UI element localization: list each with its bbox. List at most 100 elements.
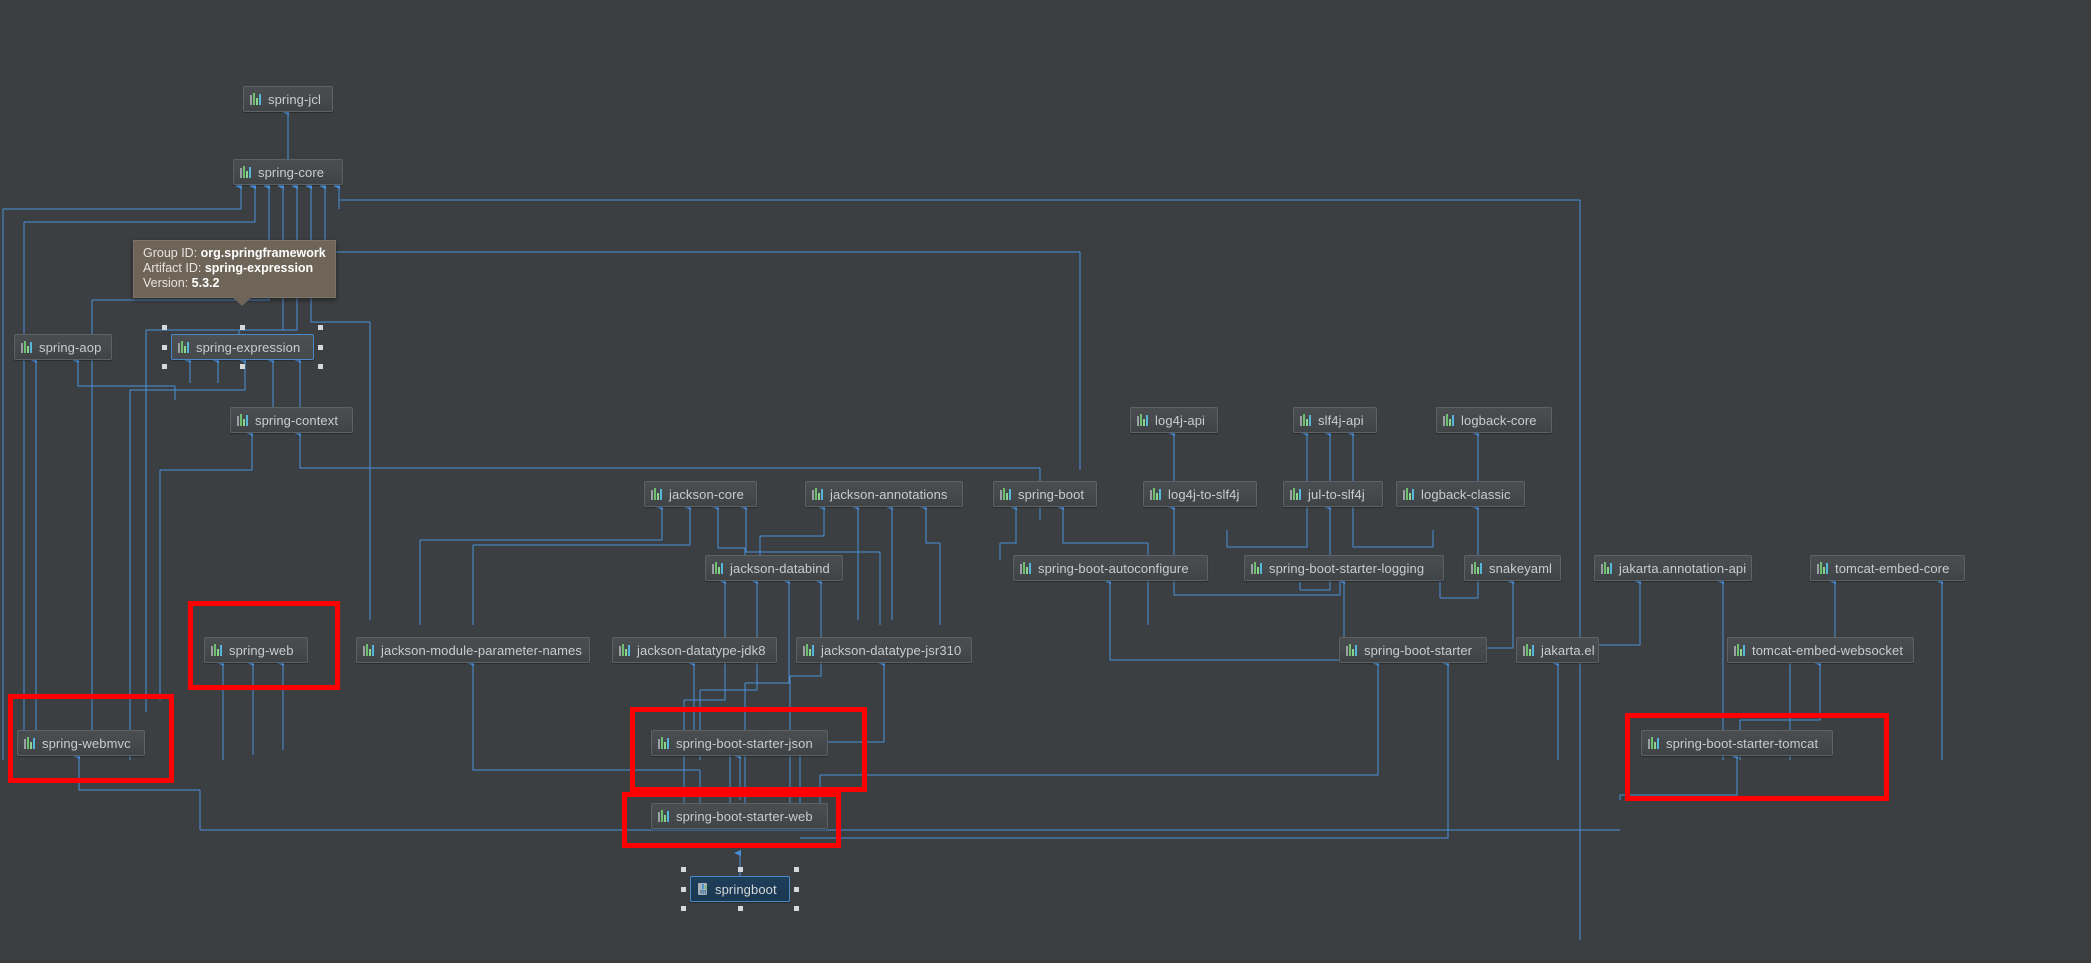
maven-module-icon xyxy=(1251,562,1264,574)
node-label: spring-boot-starter-json xyxy=(676,735,813,751)
node-tomcat-embed-websocket[interactable]: tomcat-embed-websocket xyxy=(1727,637,1914,663)
node-jackson-datatype-jsr310[interactable]: jackson-datatype-jsr310 xyxy=(796,637,972,663)
node-label: snakeyaml xyxy=(1489,560,1553,576)
highlight-spring-boot-starter-tomcat xyxy=(1625,713,1889,801)
tooltip-artifact-label: Artifact ID: xyxy=(143,261,202,275)
maven-module-icon xyxy=(1471,562,1484,574)
dependency-diagram-canvas[interactable]: spring-jcl spring-core spring-aop spring-ex… xyxy=(0,0,2091,963)
tooltip-group-label: Group ID: xyxy=(143,246,198,260)
node-jackson-module-parameter-names[interactable]: jackson-module-parameter-names xyxy=(356,637,590,663)
tooltip-version-row: Version: 5.3.2 xyxy=(143,276,326,291)
node-spring-jcl[interactable]: spring-jcl xyxy=(243,86,333,112)
node-label: spring-core xyxy=(258,164,325,180)
node-label: slf4j-api xyxy=(1318,412,1364,428)
maven-module-icon xyxy=(1648,737,1661,749)
maven-module-icon xyxy=(1137,414,1150,426)
node-log4j-api[interactable]: log4j-api xyxy=(1130,407,1218,433)
node-jakarta.el[interactable]: jakarta.el xyxy=(1516,637,1599,663)
maven-module-icon xyxy=(211,644,224,656)
node-spring-boot-starter-json[interactable]: spring-boot-starter-json xyxy=(651,730,828,756)
node-jackson-annotations[interactable]: jackson-annotations xyxy=(805,481,963,507)
node-logback-core[interactable]: logback-core xyxy=(1436,407,1552,433)
node-jackson-databind[interactable]: jackson-databind xyxy=(705,555,843,581)
maven-module-icon xyxy=(363,644,376,656)
node-springboot[interactable]: m springboot xyxy=(690,876,790,902)
maven-module-icon xyxy=(1346,644,1359,656)
node-spring-web[interactable]: spring-web xyxy=(204,637,308,663)
maven-module-icon xyxy=(658,810,671,822)
node-jackson-datatype-jdk8[interactable]: jackson-datatype-jdk8 xyxy=(612,637,777,663)
maven-module-icon xyxy=(658,737,671,749)
node-spring-core[interactable]: spring-core xyxy=(233,159,343,185)
node-label: jackson-datatype-jsr310 xyxy=(821,642,962,658)
node-jakarta.annotation-api[interactable]: jakarta.annotation-api xyxy=(1594,555,1752,581)
node-label: jakarta.el xyxy=(1541,642,1595,658)
tooltip-version-label: Version: xyxy=(143,276,189,290)
tooltip-group-value: org.springframework xyxy=(200,246,326,260)
node-label: logback-classic xyxy=(1421,486,1511,502)
maven-module-icon xyxy=(1020,562,1033,574)
node-jul-to-slf4j[interactable]: jul-to-slf4j xyxy=(1283,481,1383,507)
node-label: log4j-to-slf4j xyxy=(1168,486,1240,502)
node-label: jackson-module-parameter-names xyxy=(381,642,582,658)
maven-module-icon xyxy=(1000,488,1013,500)
node-spring-boot-starter[interactable]: spring-boot-starter xyxy=(1339,637,1487,663)
node-spring-boot-starter-web[interactable]: spring-boot-starter-web xyxy=(651,803,828,829)
node-snakeyaml[interactable]: snakeyaml xyxy=(1464,555,1561,581)
node-label: logback-core xyxy=(1461,412,1537,428)
maven-module-icon xyxy=(1403,488,1416,500)
node-label: springboot xyxy=(715,881,777,897)
node-tomcat-embed-core[interactable]: tomcat-embed-core xyxy=(1810,555,1965,581)
node-spring-expression[interactable]: spring-expression xyxy=(171,334,314,360)
maven-module-icon xyxy=(712,562,725,574)
node-log4j-to-slf4j[interactable]: log4j-to-slf4j xyxy=(1143,481,1257,507)
node-label: spring-web xyxy=(229,642,294,658)
node-label: spring-aop xyxy=(39,339,102,355)
maven-module-icon xyxy=(803,644,816,656)
maven-module-icon xyxy=(1601,562,1614,574)
maven-module-icon xyxy=(1150,488,1163,500)
node-jackson-core[interactable]: jackson-core xyxy=(644,481,757,507)
maven-module-icon xyxy=(240,166,253,178)
node-spring-aop[interactable]: spring-aop xyxy=(14,334,112,360)
node-label: spring-boot-starter xyxy=(1364,642,1473,658)
tooltip-group-row: Group ID: org.springframework xyxy=(143,246,326,261)
node-label: spring-boot xyxy=(1018,486,1085,502)
node-spring-boot-starter-logging[interactable]: spring-boot-starter-logging xyxy=(1244,555,1444,581)
tooltip-version-value: 5.3.2 xyxy=(191,276,220,290)
node-slf4j-api[interactable]: slf4j-api xyxy=(1293,407,1377,433)
maven-module-icon xyxy=(237,414,250,426)
node-label: tomcat-embed-websocket xyxy=(1752,642,1904,658)
node-label: spring-webmvc xyxy=(42,735,131,751)
node-label: spring-boot-starter-logging xyxy=(1269,560,1425,576)
node-label: spring-expression xyxy=(196,339,301,355)
node-label: tomcat-embed-core xyxy=(1835,560,1950,576)
maven-module-icon xyxy=(1734,644,1747,656)
node-label: jakarta.annotation-api xyxy=(1619,560,1747,576)
node-label: log4j-api xyxy=(1155,412,1206,428)
node-label: spring-boot-starter-tomcat xyxy=(1666,735,1819,751)
node-label: spring-jcl xyxy=(268,91,322,107)
node-label: jackson-databind xyxy=(730,560,830,576)
maven-module-icon xyxy=(812,488,825,500)
maven-module-icon xyxy=(21,341,34,353)
node-label: jackson-datatype-jdk8 xyxy=(637,642,766,658)
node-spring-boot-starter-tomcat[interactable]: spring-boot-starter-tomcat xyxy=(1641,730,1833,756)
node-spring-boot[interactable]: spring-boot xyxy=(993,481,1097,507)
maven-module-icon xyxy=(178,341,191,353)
tooltip-artifact-value: spring-expression xyxy=(204,261,314,275)
node-label: spring-boot-autoconfigure xyxy=(1038,560,1189,576)
node-spring-context[interactable]: spring-context xyxy=(230,407,353,433)
maven-module-icon xyxy=(1443,414,1456,426)
dependency-tooltip: Group ID: org.springframework Artifact I… xyxy=(133,240,336,306)
node-label: spring-boot-starter-web xyxy=(676,808,813,824)
tooltip-artifact-row: Artifact ID: spring-expression xyxy=(143,261,326,276)
node-spring-boot-autoconfigure[interactable]: spring-boot-autoconfigure xyxy=(1013,555,1208,581)
node-spring-webmvc[interactable]: spring-webmvc xyxy=(17,730,145,756)
maven-module-icon xyxy=(651,488,664,500)
maven-module-icon xyxy=(619,644,632,656)
node-label: spring-context xyxy=(255,412,339,428)
node-logback-classic[interactable]: logback-classic xyxy=(1396,481,1525,507)
tooltip-arrow xyxy=(232,297,252,306)
maven-module-icon xyxy=(1290,488,1303,500)
